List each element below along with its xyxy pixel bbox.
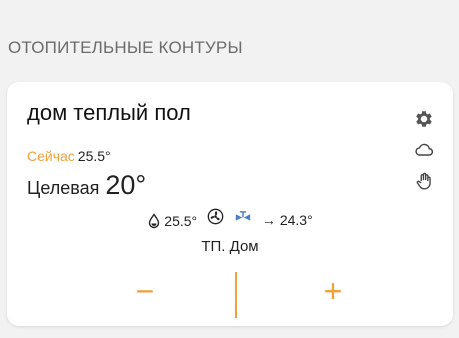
target-value: 20° <box>105 170 147 200</box>
sensor-row: 25.5° → 24.3° <box>7 208 453 229</box>
sensor-value: 25.5° <box>164 212 198 229</box>
target-temperature: Целевая 20° <box>27 170 146 201</box>
return-value: 24.3° <box>279 212 313 228</box>
target-label: Целевая <box>27 178 100 198</box>
hand-icon <box>413 170 435 192</box>
circuit-title: дом теплый пол <box>27 100 191 125</box>
current-temperature: Сейчас 25.5° <box>27 148 111 164</box>
page: ОТОПИТЕЛЬНЫЕ КОНТУРЫ дом теплый пол Сейч <box>0 0 459 338</box>
cloud-icon <box>413 139 435 161</box>
now-label: Сейчас <box>27 148 75 164</box>
divider <box>235 272 237 318</box>
drop-icon <box>147 212 161 229</box>
decrease-button[interactable]: − <box>105 266 185 316</box>
heating-circuit-card[interactable]: дом теплый пол Сейчас 25.5° Целевая 20° … <box>7 82 453 326</box>
section-title: ОТОПИТЕЛЬНЫЕ КОНТУРЫ <box>8 38 243 57</box>
gear-icon[interactable] <box>413 108 435 130</box>
card-icons <box>413 108 435 201</box>
valve-icon <box>234 209 252 225</box>
increase-button[interactable]: + <box>293 266 373 316</box>
now-value: 25.5° <box>77 148 111 164</box>
mode-label: ТП. Дом <box>201 238 259 255</box>
arrow-icon: → <box>261 212 276 228</box>
fan-icon <box>207 208 224 225</box>
